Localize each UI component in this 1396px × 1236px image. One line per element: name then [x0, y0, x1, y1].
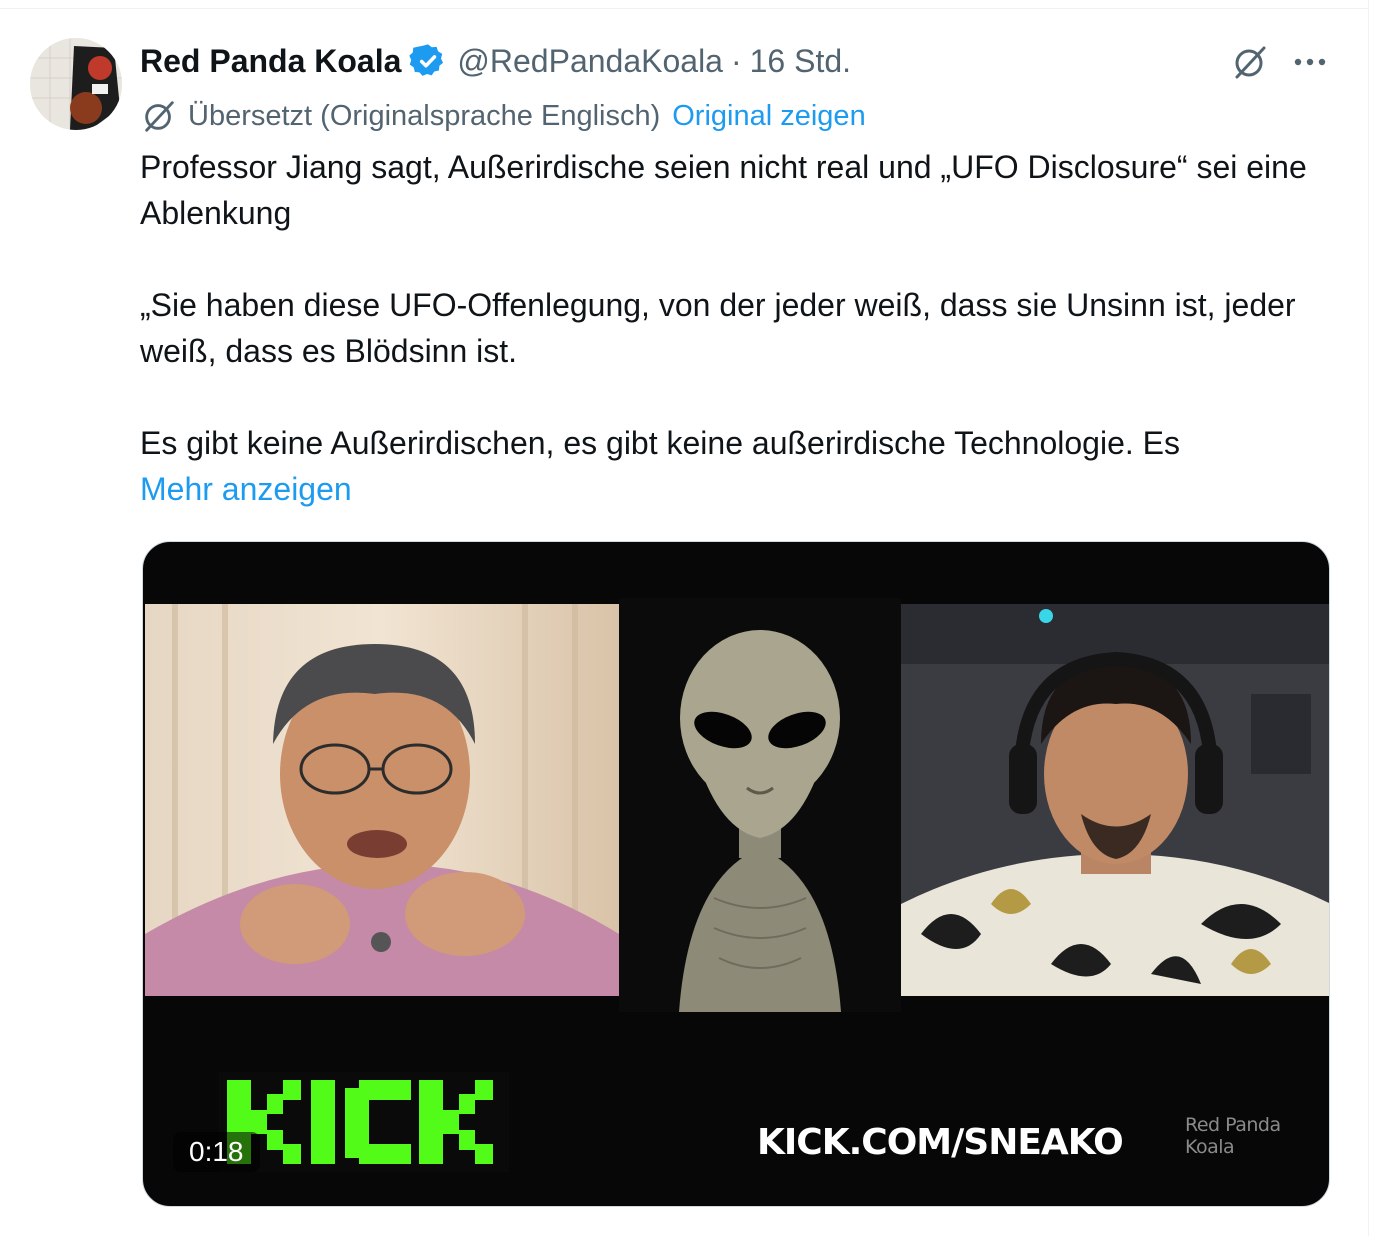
grok-button[interactable]	[1226, 40, 1274, 88]
translate-icon	[140, 97, 178, 135]
verified-badge-icon	[409, 42, 447, 80]
timestamp[interactable]: 16 Std.	[750, 43, 851, 80]
video-duration-badge: 0:18	[173, 1132, 260, 1172]
translation-notice: Übersetzt (Originalsprache Englisch) Ori…	[140, 96, 866, 136]
video-player[interactable]: KICK.COM/SNEAKO Red Panda Koala 0:18	[142, 541, 1330, 1207]
tweet-text: Professor Jiang sagt, Außerirdische seie…	[140, 144, 1340, 512]
show-more-link[interactable]: Mehr anzeigen	[140, 466, 1340, 512]
tweet-header: Red Panda Koala @RedPandaKoala · 16 Std.	[140, 38, 851, 84]
translation-label: Übersetzt (Originalsprache Englisch)	[188, 99, 661, 132]
more-button[interactable]	[1286, 40, 1334, 88]
tweet-paragraph: „Sie haben diese UFO-Offenlegung, von de…	[140, 287, 1296, 369]
tweet-paragraph: Es gibt keine Außerirdischen, es gibt ke…	[140, 420, 1340, 512]
top-divider	[0, 8, 1368, 9]
separator-dot: ·	[730, 42, 742, 79]
avatar[interactable]	[30, 38, 122, 130]
right-divider	[1368, 0, 1369, 1236]
video-frame-middle	[619, 598, 901, 1012]
video-frame-left	[145, 604, 619, 996]
more-icon	[1292, 55, 1328, 73]
show-original-link[interactable]: Original zeigen	[672, 100, 865, 133]
author-name[interactable]: Red Panda Koala	[140, 43, 401, 80]
tweet-paragraph: Professor Jiang sagt, Außerirdische seie…	[140, 149, 1307, 231]
video-frame-right	[901, 604, 1329, 996]
author-handle[interactable]: @RedPandaKoala	[457, 43, 723, 80]
watermark: Red Panda Koala	[1185, 1114, 1281, 1158]
grok-icon	[1230, 42, 1270, 87]
tweet-paragraph-text: Es gibt keine Außerirdischen, es gibt ke…	[140, 425, 1180, 461]
kick-logo	[219, 1072, 509, 1172]
kick-url-caption: KICK.COM/SNEAKO	[757, 1122, 1124, 1163]
